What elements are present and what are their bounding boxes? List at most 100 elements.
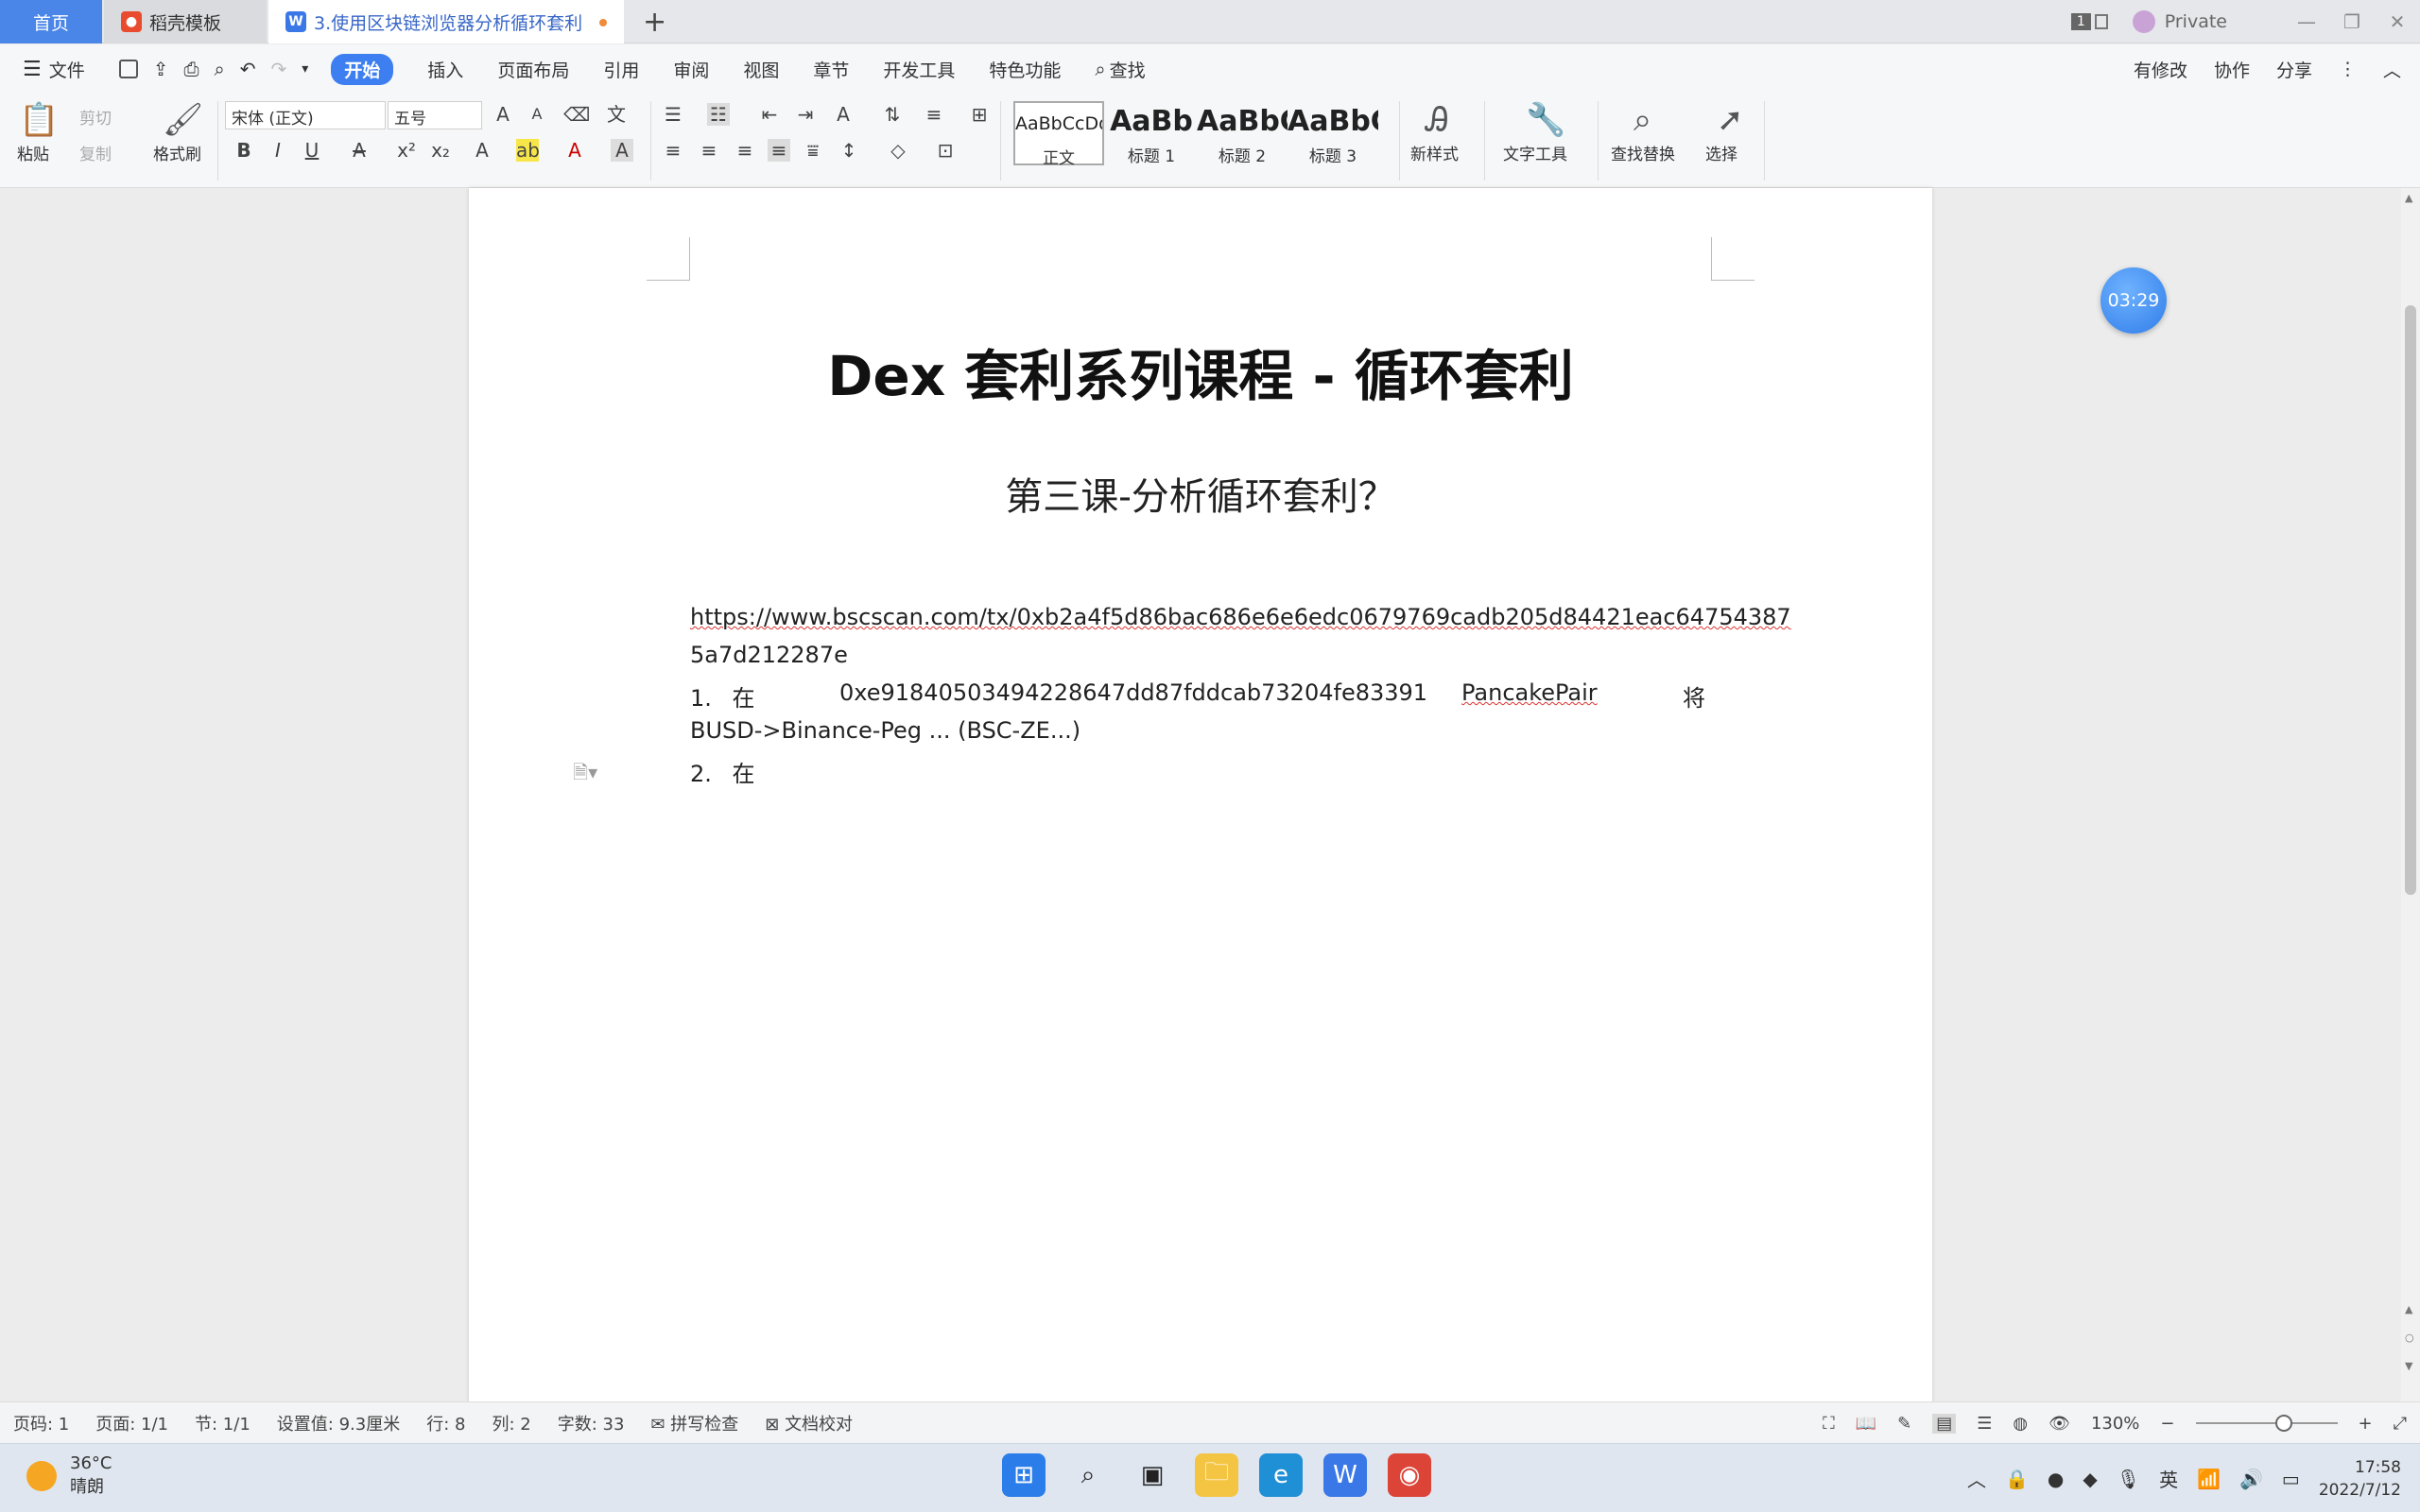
line-spacing-menu-icon[interactable]: ≡ — [923, 103, 945, 126]
spell-check-button[interactable]: ✉ 拼写检查 — [650, 1411, 738, 1435]
shading-icon[interactable]: ◇ — [887, 139, 909, 162]
ime-indicator[interactable]: 英 — [2159, 1465, 2178, 1492]
list-item-2[interactable]: 2. 在 — [690, 755, 755, 788]
text-tools-button[interactable]: 文字工具 — [1503, 141, 1567, 164]
shrink-font-icon[interactable]: A — [526, 103, 548, 126]
page-view-icon[interactable]: ▤ — [1932, 1413, 1957, 1434]
proofread-button[interactable]: ⊠ 文档校对 — [765, 1411, 853, 1435]
window-count-badge[interactable]: 1 — [2070, 13, 2091, 30]
scroll-up-icon[interactable]: ▲ — [2405, 192, 2412, 204]
sort-icon[interactable]: ⇅ — [881, 103, 904, 126]
tx-url-line-1[interactable]: https://www.bscscan.com/tx/0xb2a4f5d86ba… — [690, 604, 1791, 630]
status-col[interactable]: 列: 2 — [492, 1411, 530, 1435]
zoom-level[interactable]: 130% — [2091, 1414, 2139, 1434]
changes-button[interactable]: 有修改 — [2134, 57, 2187, 82]
chevron-down-icon[interactable]: ▾ — [302, 61, 308, 77]
document-title[interactable]: Dex 套利系列课程 - 循环套利 — [469, 332, 1932, 411]
edit-mode-icon[interactable]: ✎ — [1897, 1414, 1911, 1434]
tab-page-layout[interactable]: 页面布局 — [497, 57, 569, 82]
wifi-icon[interactable]: 📶 — [2197, 1468, 2221, 1490]
scrollbar-thumb[interactable] — [2405, 305, 2416, 895]
style-heading-2[interactable]: AaBbC 标题 2 — [1197, 101, 1288, 166]
new-tab-button[interactable]: + — [643, 6, 666, 39]
select-button[interactable]: 选择 — [1705, 141, 1737, 164]
tray-app-icon[interactable]: 🔒 — [2005, 1468, 2029, 1490]
new-style-button[interactable]: 新样式 — [1410, 141, 1459, 164]
print-icon[interactable]: ⎙ — [184, 58, 199, 80]
format-painter-icon[interactable]: 🖌 — [163, 101, 203, 139]
distributed-icon[interactable]: ⩸ — [802, 139, 824, 162]
tray-app-2-icon[interactable]: ◆ — [2083, 1468, 2097, 1490]
weather-widget[interactable]: 36°C 晴朗 — [26, 1453, 112, 1498]
search-menu[interactable]: 查找 — [1110, 57, 1146, 82]
char-shading-icon[interactable]: A — [611, 139, 633, 162]
clear-format-icon[interactable]: ⌫ — [563, 103, 590, 126]
style-heading-3[interactable]: AaBbC 标题 3 — [1288, 101, 1378, 166]
user-name[interactable]: Private — [2165, 11, 2227, 32]
print-preview-icon[interactable]: ⌕ — [215, 58, 225, 80]
paragraph-options-icon[interactable]: 🗎▾ — [573, 759, 597, 791]
file-explorer-icon[interactable]: 🗀 — [1195, 1453, 1238, 1497]
tab-review[interactable]: 审阅 — [673, 57, 709, 82]
redo-icon[interactable]: ↷ — [270, 58, 286, 80]
grow-font-icon[interactable]: A — [492, 103, 514, 126]
superscript-icon[interactable]: x² — [395, 139, 418, 162]
edge-icon[interactable]: e — [1259, 1453, 1303, 1497]
change-case-icon[interactable]: A — [832, 103, 855, 126]
restore-button[interactable]: ❐ — [2329, 10, 2375, 33]
align-center-icon[interactable]: ≡ — [698, 139, 720, 162]
format-painter-button[interactable]: 格式刷 — [153, 141, 201, 164]
find-replace-button[interactable]: 查找替换 — [1611, 141, 1675, 164]
minimize-button[interactable]: — — [2284, 10, 2329, 33]
subscript-icon[interactable]: x₂ — [429, 139, 452, 162]
highlight-icon[interactable]: ab — [516, 139, 540, 162]
zoom-slider[interactable] — [2195, 1415, 2338, 1432]
status-pages[interactable]: 页面: 1/1 — [95, 1411, 168, 1435]
battery-icon[interactable]: ▭ — [2282, 1468, 2300, 1490]
font-size-select[interactable]: 五号 — [388, 101, 482, 129]
document-page[interactable]: Dex 套利系列课程 - 循环套利 第三课-分析循环套利？ https://ww… — [469, 188, 1932, 1417]
hamburger-icon[interactable]: ☰ — [23, 58, 42, 81]
zoom-slider-knob[interactable] — [2274, 1415, 2292, 1432]
phonetic-icon[interactable]: 文 — [605, 103, 628, 126]
align-left-icon[interactable]: ≡ — [662, 139, 684, 162]
text-effect-icon[interactable]: A — [471, 139, 493, 162]
start-icon[interactable]: ⊞ — [1002, 1453, 1046, 1497]
paste-icon[interactable]: 📋 — [19, 101, 59, 139]
tab-references[interactable]: 引用 — [603, 57, 639, 82]
microphone-icon[interactable]: 🎙 — [2117, 1468, 2140, 1490]
search-icon[interactable]: ⌕ — [1066, 1453, 1110, 1497]
fit-window-icon[interactable]: ⤢ — [2394, 1414, 2407, 1434]
font-color-icon[interactable]: A — [563, 139, 586, 162]
numbered-list-icon[interactable]: ☷ — [707, 103, 730, 126]
task-view-icon[interactable]: ▣ — [1131, 1453, 1174, 1497]
list-item-1-line-2[interactable]: BUSD->Binance-Peg ... (BSC-ZE...) — [690, 717, 1080, 744]
tab-developer[interactable]: 开发工具 — [883, 57, 955, 82]
volume-icon[interactable]: 🔊 — [2239, 1468, 2263, 1490]
select-browse-icon[interactable]: ○ — [2405, 1332, 2414, 1344]
zoom-out-icon[interactable]: − — [2160, 1414, 2174, 1434]
close-button[interactable]: ✕ — [2375, 10, 2420, 33]
document-subtitle[interactable]: 第三课-分析循环套利？ — [469, 466, 1932, 521]
increase-indent-icon[interactable]: ⇥ — [794, 103, 817, 126]
tab-view[interactable]: 视图 — [743, 57, 779, 82]
collapse-ribbon-icon[interactable]: ︿ — [2383, 57, 2401, 82]
eye-protect-icon[interactable]: 👁 — [2048, 1414, 2070, 1434]
bold-icon[interactable]: B — [233, 139, 255, 162]
avatar[interactable] — [2132, 10, 2155, 33]
italic-icon[interactable]: I — [267, 139, 289, 162]
tab-chapter[interactable]: 章节 — [813, 57, 849, 82]
tab-features[interactable]: 特色功能 — [989, 57, 1061, 82]
read-mode-icon[interactable]: 📖 — [1856, 1414, 1876, 1434]
strikethrough-icon[interactable]: A — [348, 139, 371, 162]
wechat-icon[interactable]: ● — [2048, 1468, 2064, 1490]
list-item-1[interactable]: 1. 在 0xe91840503494228647dd87fddcab73204… — [690, 679, 1711, 713]
line-spacing-icon[interactable]: ↕ — [838, 139, 860, 162]
zoom-in-icon[interactable]: + — [2359, 1414, 2373, 1434]
copy-button[interactable]: 复制 — [79, 141, 112, 164]
chrome-icon[interactable]: ◉ — [1388, 1453, 1431, 1497]
tab-start[interactable]: 开始 — [331, 53, 394, 85]
borders-icon[interactable]: ⊡ — [934, 139, 957, 162]
vertical-scrollbar[interactable]: ▲ ▲ ○ ▼ — [2401, 188, 2420, 1401]
prev-page-icon[interactable]: ▲ — [2405, 1303, 2412, 1315]
